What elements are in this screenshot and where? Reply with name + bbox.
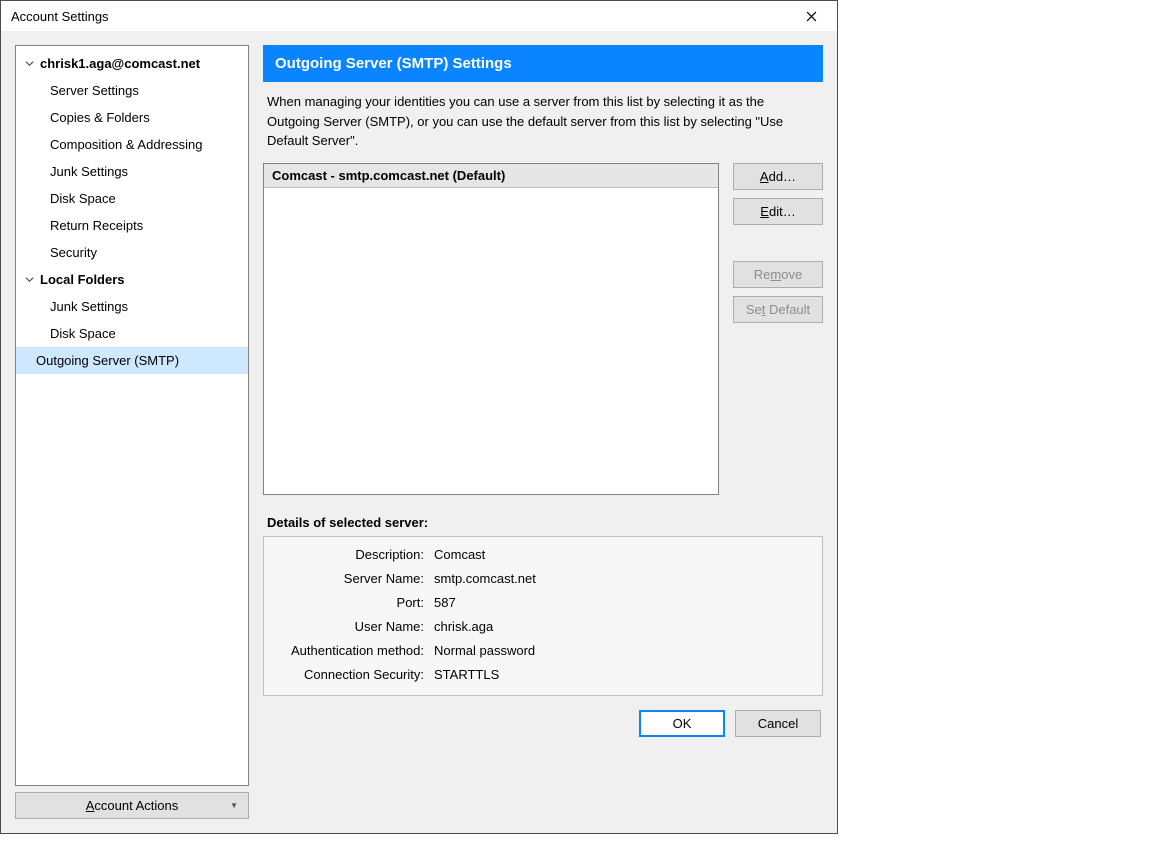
close-icon <box>806 11 817 22</box>
tree-item-composition[interactable]: Composition & Addressing <box>16 131 248 158</box>
set-default-button[interactable]: Set Default <box>733 296 823 323</box>
server-action-buttons: Add… Edit… Remove Set Default <box>733 163 823 323</box>
tree-item-copies-folders[interactable]: Copies & Folders <box>16 104 248 131</box>
edit-button[interactable]: Edit… <box>733 198 823 225</box>
detail-label: User Name: <box>264 619 430 634</box>
detail-value: chrisk.aga <box>430 619 493 634</box>
left-column: chrisk1.aga@comcast.net Server Settings … <box>15 45 249 819</box>
tree-item-security[interactable]: Security <box>16 239 248 266</box>
dropdown-caret-icon: ▼ <box>230 801 238 810</box>
account-actions-label: ccount Actions <box>94 798 178 813</box>
tree-account-label: chrisk1.aga@comcast.net <box>40 56 200 71</box>
account-actions-button[interactable]: Account Actions ▼ <box>15 792 249 819</box>
detail-label: Description: <box>264 547 430 562</box>
account-settings-window: Account Settings chrisk1.aga@comcast.net… <box>0 0 838 834</box>
smtp-server-list-item[interactable]: Comcast - smtp.comcast.net (Default) <box>264 164 718 188</box>
right-column: Outgoing Server (SMTP) Settings When man… <box>263 45 823 819</box>
cancel-button[interactable]: Cancel <box>735 710 821 737</box>
detail-value: STARTTLS <box>430 667 499 682</box>
dialog-footer: OK Cancel <box>263 696 823 752</box>
window-title: Account Settings <box>11 9 109 24</box>
smtp-server-list[interactable]: Comcast - smtp.comcast.net (Default) <box>263 163 719 495</box>
details-box: Description: Comcast Server Name: smtp.c… <box>263 536 823 696</box>
chevron-down-icon[interactable] <box>22 57 36 71</box>
server-list-row: Comcast - smtp.comcast.net (Default) Add… <box>263 163 823 495</box>
tree-item-local-junk[interactable]: Junk Settings <box>16 293 248 320</box>
chevron-down-icon[interactable] <box>22 273 36 287</box>
detail-label: Server Name: <box>264 571 430 586</box>
account-tree[interactable]: chrisk1.aga@comcast.net Server Settings … <box>15 45 249 786</box>
tree-account-root[interactable]: chrisk1.aga@comcast.net <box>16 50 248 77</box>
detail-label: Connection Security: <box>264 667 430 682</box>
close-button[interactable] <box>791 2 831 30</box>
main-row: chrisk1.aga@comcast.net Server Settings … <box>15 45 823 819</box>
detail-row-user: User Name: chrisk.aga <box>264 615 822 639</box>
detail-row-description: Description: Comcast <box>264 543 822 567</box>
ok-button[interactable]: OK <box>639 710 725 737</box>
page-title: Outgoing Server (SMTP) Settings <box>263 45 823 82</box>
detail-row-servername: Server Name: smtp.comcast.net <box>264 567 822 591</box>
tree-item-local-disk[interactable]: Disk Space <box>16 320 248 347</box>
tree-smtp-label: Outgoing Server (SMTP) <box>36 353 179 368</box>
detail-row-port: Port: 587 <box>264 591 822 615</box>
detail-label: Authentication method: <box>264 643 430 658</box>
detail-row-auth: Authentication method: Normal password <box>264 639 822 663</box>
detail-value: smtp.comcast.net <box>430 571 536 586</box>
add-button[interactable]: Add… <box>733 163 823 190</box>
tree-item-junk[interactable]: Junk Settings <box>16 158 248 185</box>
detail-value: 587 <box>430 595 456 610</box>
tree-item-server-settings[interactable]: Server Settings <box>16 77 248 104</box>
detail-value: Comcast <box>430 547 485 562</box>
page-intro: When managing your identities you can us… <box>263 82 823 163</box>
tree-item-return-receipts[interactable]: Return Receipts <box>16 212 248 239</box>
titlebar: Account Settings <box>1 1 837 31</box>
details-heading: Details of selected server: <box>263 495 823 536</box>
detail-row-security: Connection Security: STARTTLS <box>264 663 822 687</box>
dialog-body: chrisk1.aga@comcast.net Server Settings … <box>1 31 837 833</box>
remove-button[interactable]: Remove <box>733 261 823 288</box>
tree-local-root[interactable]: Local Folders <box>16 266 248 293</box>
detail-label: Port: <box>264 595 430 610</box>
tree-item-disk-space[interactable]: Disk Space <box>16 185 248 212</box>
tree-item-smtp[interactable]: Outgoing Server (SMTP) <box>16 347 248 374</box>
detail-value: Normal password <box>430 643 535 658</box>
tree-local-label: Local Folders <box>40 272 125 287</box>
